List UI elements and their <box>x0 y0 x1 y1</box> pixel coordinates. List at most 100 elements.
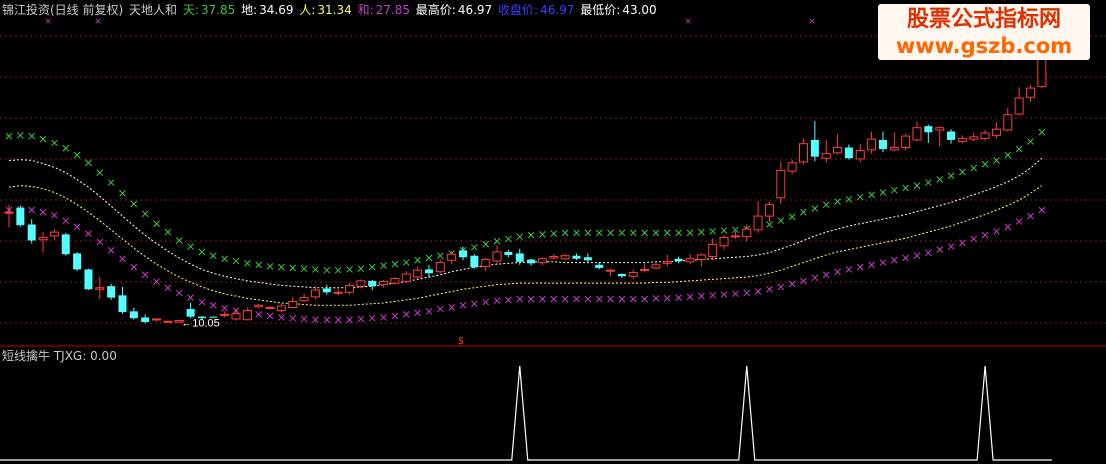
top-marker: × <box>684 17 692 27</box>
series-line-地 <box>8 157 1043 289</box>
series-marker-天 <box>936 176 944 183</box>
he-value: 27.85 <box>375 3 410 17</box>
candle-body-up <box>651 264 661 269</box>
series-marker-天 <box>573 229 580 237</box>
series-marker-天 <box>527 231 535 239</box>
series-marker-天 <box>1004 151 1012 159</box>
candle-body-up <box>379 281 389 286</box>
series-marker-天 <box>482 240 490 248</box>
candle-body-up <box>696 254 706 261</box>
series-marker-天 <box>788 213 796 221</box>
series-marker-天 <box>346 266 353 273</box>
series-marker-和 <box>993 227 1000 235</box>
candle-body-down <box>84 269 93 290</box>
candle-body-down <box>515 253 524 262</box>
series-marker-天 <box>595 229 603 237</box>
candle-body-up <box>912 127 922 141</box>
chart-canvas[interactable]: × × × × $ ←10.05 <box>0 0 1106 464</box>
series-marker-和 <box>266 312 274 320</box>
series-marker-和 <box>845 266 853 273</box>
series-marker-和 <box>255 311 263 318</box>
series-marker-天 <box>777 217 785 225</box>
candle-body-up <box>356 280 366 287</box>
series-marker-和 <box>902 254 910 262</box>
series-marker-和 <box>153 278 160 285</box>
candle-body-down <box>470 255 479 268</box>
series-marker-和 <box>130 263 138 271</box>
series-marker-天 <box>618 229 626 237</box>
series-marker-天 <box>641 229 648 237</box>
series-marker-天 <box>970 164 978 172</box>
candle-body-up <box>787 162 797 172</box>
candle-body-up <box>231 313 241 320</box>
candle-body-down <box>674 258 683 262</box>
top-marker: × <box>44 17 52 27</box>
candle-body-down <box>118 295 127 313</box>
series-marker-和 <box>561 295 569 303</box>
series-marker-和 <box>96 238 104 246</box>
series-marker-和 <box>368 314 376 322</box>
candle-body-up <box>95 287 105 290</box>
candle-body-down <box>459 250 467 258</box>
series-marker-天 <box>28 132 36 140</box>
series-marker-天 <box>198 248 206 256</box>
series-marker-天 <box>107 179 115 186</box>
series-marker-和 <box>198 298 206 306</box>
series-marker-天 <box>924 179 932 186</box>
series-marker-和 <box>527 295 535 303</box>
watermark-line1: 股票公式指标网 <box>906 7 1061 32</box>
series-marker-天 <box>652 229 660 237</box>
chart-window: × × × × $ ←10.05 锦江投资(日线 前复权) 天地人和 天: 37.85 地:… <box>0 0 1106 464</box>
series-marker-天 <box>153 220 160 228</box>
series-marker-天 <box>981 160 989 168</box>
series-marker-天 <box>505 235 512 243</box>
series-marker-和 <box>936 246 944 253</box>
series-marker-和 <box>686 293 694 301</box>
candle-body-up <box>1026 87 1035 98</box>
series-marker-天 <box>1015 145 1023 153</box>
candle-body-up <box>980 132 990 139</box>
series-marker-和 <box>391 312 399 320</box>
series-marker-和 <box>834 268 841 276</box>
low-value: 43.00 <box>622 3 657 17</box>
series-marker-天 <box>539 231 546 238</box>
series-marker-和 <box>28 206 36 214</box>
candle-body-down <box>141 317 150 322</box>
candle-body-up <box>299 297 309 302</box>
candle-body-down <box>810 139 819 157</box>
series-marker-天 <box>868 191 875 199</box>
series-marker-天 <box>243 259 251 267</box>
series-marker-和 <box>629 295 637 303</box>
series-marker-和 <box>187 294 194 301</box>
series-marker-和 <box>890 256 898 264</box>
candle-body-up <box>799 143 808 163</box>
series-marker-和 <box>1038 206 1046 214</box>
candle-body-up <box>776 169 786 199</box>
series-marker-和 <box>436 305 444 313</box>
series-marker-天 <box>209 252 217 260</box>
series-marker-天 <box>300 265 308 273</box>
series-marker-天 <box>879 189 887 196</box>
series-marker-和 <box>573 295 580 303</box>
candle-body-down <box>527 259 536 264</box>
series-marker-天 <box>62 144 70 152</box>
series-marker-和 <box>414 309 421 317</box>
series-marker-天 <box>1038 128 1046 136</box>
candle-body-up <box>685 258 695 263</box>
candle-body-up <box>764 204 774 217</box>
tian-value: 37.85 <box>200 3 236 17</box>
series-marker-天 <box>584 229 592 237</box>
close-value: 46.97 <box>540 3 575 17</box>
candle-body-up <box>957 137 967 142</box>
series-marker-和 <box>221 304 229 312</box>
series-marker-天 <box>993 157 1000 164</box>
series-marker-和 <box>663 295 671 302</box>
series-marker-和 <box>289 314 297 322</box>
candle-body-down <box>878 139 887 150</box>
candle-body-up <box>413 269 423 278</box>
series-marker-和 <box>618 295 626 303</box>
candle-body-down <box>947 131 956 140</box>
series-marker-和 <box>334 316 342 324</box>
series-marker-和 <box>164 284 172 292</box>
candle-body-up <box>742 228 752 238</box>
